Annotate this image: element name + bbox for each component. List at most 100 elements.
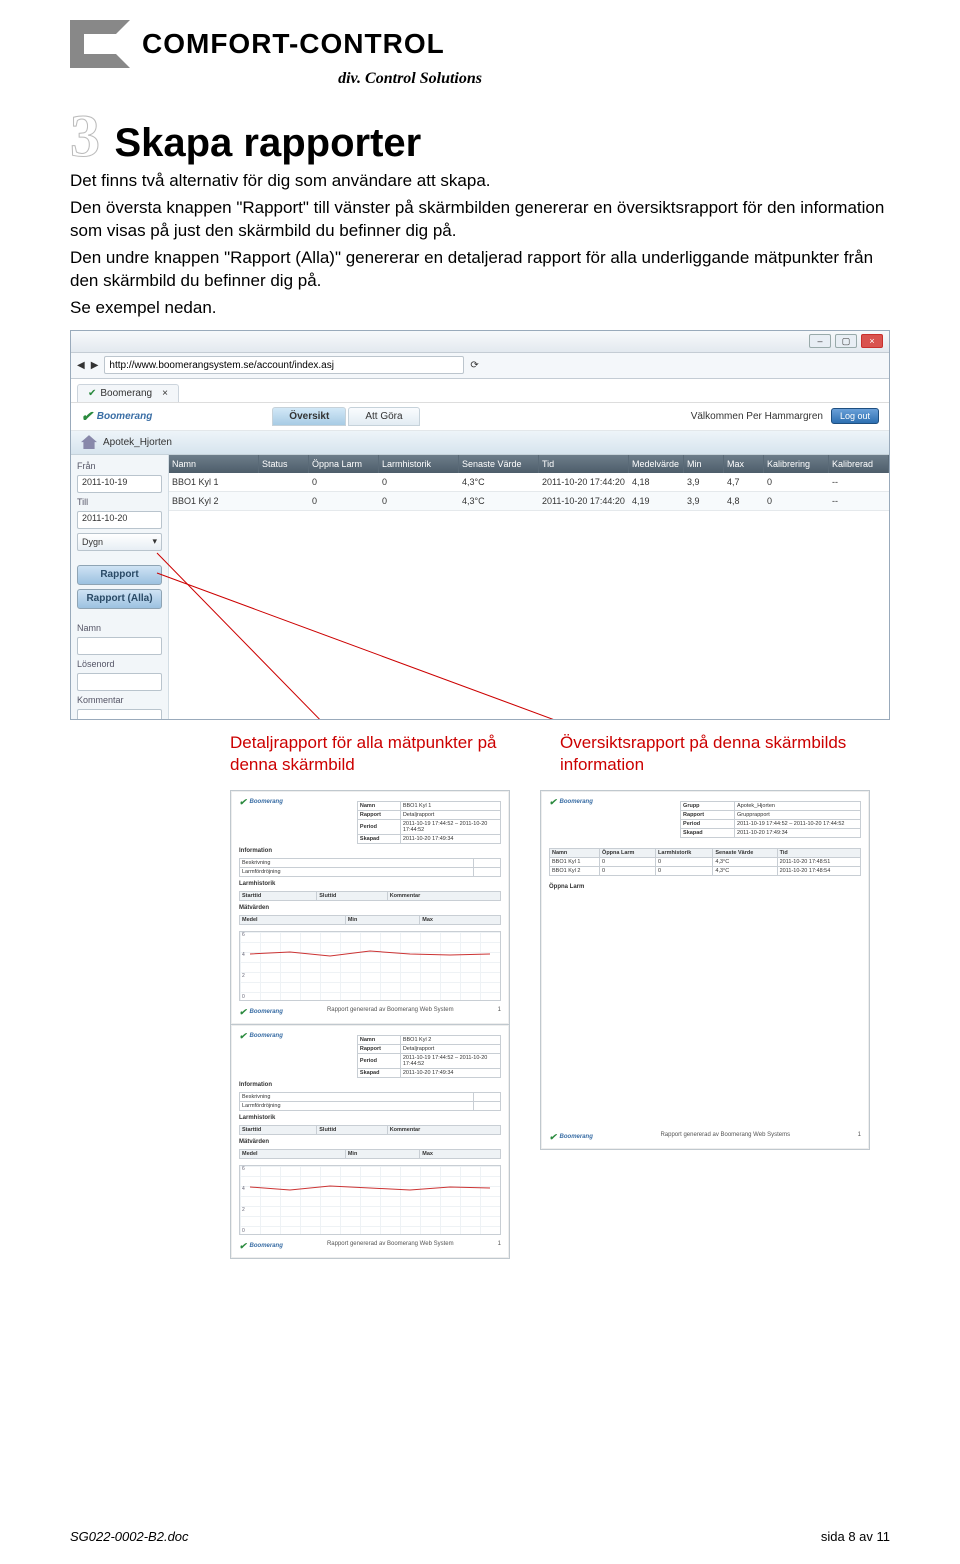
nav-back-icon[interactable]: ◀: [77, 360, 85, 371]
period-select[interactable]: Dygn ▾: [77, 533, 162, 551]
cell: 0: [379, 473, 459, 491]
col-tid: Tid: [539, 455, 629, 473]
cell: BBO1 Kyl 2: [169, 492, 259, 510]
cell: [474, 858, 501, 867]
para-1: Det finns två alternativ för dig som anv…: [70, 170, 890, 193]
refresh-icon[interactable]: ⟳: [470, 360, 478, 371]
welcome-text: Välkommen Per Hammargren: [691, 411, 823, 422]
check-icon: ✔: [549, 797, 557, 808]
thumb-section: Larmhistorik: [239, 1115, 501, 1121]
logo-icon: [70, 20, 130, 68]
th: Sluttid: [317, 1125, 387, 1134]
meta-lbl: Namn: [357, 801, 400, 810]
meta-lbl: Period: [357, 819, 400, 834]
cell: 0: [600, 857, 656, 866]
from-input[interactable]: 2011-10-19: [77, 475, 162, 493]
cell: BBO1 Kyl 1: [169, 473, 259, 491]
thumb-brand: Boomerang: [250, 1033, 283, 1039]
meta-val: 2011-10-20 17:49:34: [400, 834, 500, 843]
meta-val: 2011-10-19 17:44:52 – 2011-10-20 17:44:5…: [400, 819, 500, 834]
thumb-brand: Boomerang: [250, 1243, 283, 1249]
meta-lbl: Skapad: [357, 834, 400, 843]
window-min-icon[interactable]: –: [809, 334, 831, 348]
cell: --: [829, 473, 889, 491]
col-medel: Medelvärde: [629, 455, 684, 473]
name-input[interactable]: [77, 637, 162, 655]
th: Senaste Värde: [713, 848, 777, 857]
cell: 4,3°C: [459, 473, 539, 491]
nav-fwd-icon[interactable]: ▶: [91, 360, 99, 371]
detail-thumb-2: ✔Boomerang NamnBBO1 Kyl 2 RapportDetaljr…: [230, 1025, 510, 1259]
browser-tab[interactable]: ✔ Boomerang ×: [77, 384, 179, 402]
table-row[interactable]: BBO1 Kyl 2 0 0 4,3°C 2011-10-20 17:44:20…: [169, 492, 889, 511]
thumb-section: Larmhistorik: [239, 881, 501, 887]
tab-favicon-icon: ✔: [88, 388, 96, 399]
check-icon: ✔: [81, 408, 93, 425]
mini-chart-2: 6 4 2 0: [239, 1165, 501, 1235]
meta-lbl: Rapport: [357, 1044, 400, 1053]
detail-thumb-col: ✔Boomerang NamnBBO1 Kyl 1 RapportDetaljr…: [230, 790, 510, 1259]
detail-thumb-1: ✔Boomerang NamnBBO1 Kyl 1 RapportDetaljr…: [230, 790, 510, 1025]
cell: 3,9: [684, 492, 724, 510]
address-bar: ◀ ▶ ⟳: [71, 353, 889, 379]
tab-attgora[interactable]: Att Göra: [348, 407, 419, 426]
th: Tid: [777, 848, 860, 857]
brand-name: COMFORT-CONTROL: [142, 28, 445, 60]
meta-val: Detaljrapport: [400, 1044, 500, 1053]
browser-tab-label: Boomerang: [100, 388, 152, 399]
app-screenshot: – ▢ × ◀ ▶ ⟳ ✔ Boomerang × ✔ Boomerang: [70, 330, 890, 720]
breadcrumb[interactable]: Apotek_Hjorten: [103, 437, 172, 448]
meta-val: 2011-10-19 17:44:52 – 2011-10-20 17:44:5…: [400, 1053, 500, 1068]
window-max-icon[interactable]: ▢: [835, 334, 857, 348]
cell: [259, 473, 309, 491]
tab-oversikt[interactable]: Översikt: [272, 407, 346, 426]
cell: --: [829, 492, 889, 510]
cell: Beskrivning: [240, 1092, 474, 1101]
meta-lbl: Skapad: [357, 1068, 400, 1077]
col-max: Max: [724, 455, 764, 473]
table-header: Namn Status Öppna Larm Larmhistorik Sena…: [169, 455, 889, 473]
th: Max: [420, 915, 501, 924]
page-number: sida 8 av 11: [821, 1529, 890, 1544]
meta-lbl: Grupp: [681, 801, 735, 810]
comment-label: Kommentar: [77, 695, 162, 705]
meta-lbl: Period: [681, 819, 735, 828]
logout-button[interactable]: Log out: [831, 408, 879, 424]
cell: 2011-10-20 17:44:20: [539, 492, 629, 510]
home-icon[interactable]: [81, 435, 97, 449]
rapport-button[interactable]: Rapport: [77, 565, 162, 585]
period-value: Dygn: [82, 537, 103, 547]
th: Starttid: [240, 1125, 317, 1134]
check-icon: ✔: [239, 797, 247, 808]
thumb-footer: Rapport genererad av Boomerang Web Syste…: [327, 1241, 454, 1252]
pwd-label: Lösenord: [77, 659, 162, 669]
meta-lbl: Rapport: [357, 810, 400, 819]
cell: [474, 867, 501, 876]
cell: 4,8: [724, 492, 764, 510]
cell: Larmfördröjning: [240, 1101, 474, 1110]
to-input[interactable]: 2011-10-20: [77, 511, 162, 529]
app-brand-label: Boomerang: [97, 411, 153, 422]
tab-close-icon[interactable]: ×: [162, 388, 168, 399]
col-kalib: Kalibrering: [764, 455, 829, 473]
cell: 0: [656, 866, 713, 875]
th: Min: [345, 915, 419, 924]
rapport-alla-button[interactable]: Rapport (Alla): [77, 589, 162, 609]
cell: 2011-10-20 17:48:54: [777, 866, 860, 875]
url-input[interactable]: [104, 356, 464, 374]
window-close-icon[interactable]: ×: [861, 334, 883, 348]
table-row[interactable]: BBO1 Kyl 1 0 0 4,3°C 2011-10-20 17:44:20…: [169, 473, 889, 492]
comment-input[interactable]: [77, 709, 162, 720]
sidebar: Från 2011-10-19 Till 2011-10-20 Dygn ▾ R…: [71, 455, 169, 720]
meta-val: 2011-10-20 17:49:34: [400, 1068, 500, 1077]
th: Min: [345, 1149, 419, 1158]
th: Medel: [240, 1149, 346, 1158]
pwd-input[interactable]: [77, 673, 162, 691]
doc-id: SG022-0002-B2.doc: [70, 1529, 189, 1544]
thumb-section: Mätvärden: [239, 905, 501, 911]
callout-detail: Detaljrapport för alla mätpunkter på den…: [230, 732, 530, 776]
col-kalibd: Kalibrerad: [829, 455, 889, 473]
th: Medel: [240, 915, 346, 924]
meta-val: 2011-10-20 17:49:34: [735, 828, 861, 837]
cell: 0: [309, 473, 379, 491]
